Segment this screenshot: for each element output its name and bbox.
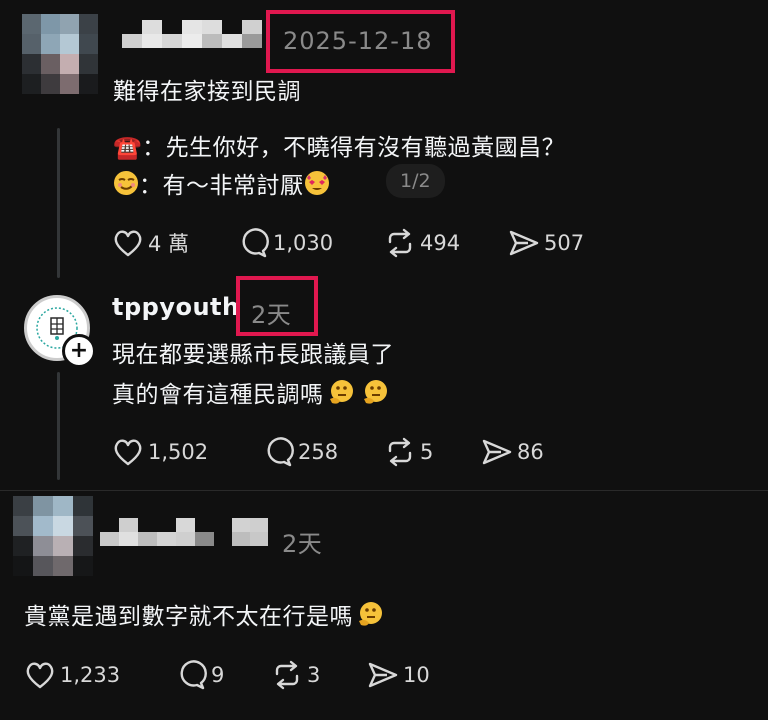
repost-icon: [275, 660, 299, 690]
thread-line: [57, 372, 60, 480]
username-redacted[interactable]: [232, 518, 268, 546]
share-count: 10: [403, 663, 430, 687]
like-button[interactable]: 4 萬: [112, 228, 189, 258]
repost-button[interactable]: 3: [271, 660, 320, 690]
share-icon: [509, 230, 539, 256]
share-button[interactable]: 507: [508, 228, 584, 258]
reply-count: 1,030: [273, 231, 334, 255]
comment-text-line: 現在都要選縣市長跟議員了: [112, 342, 394, 368]
thread-line: [57, 128, 60, 278]
share-icon: [482, 439, 512, 465]
comment-text-suffix: ：有～非常討厭: [139, 173, 304, 199]
highlight-box: [266, 10, 455, 73]
share-count: 86: [517, 440, 544, 464]
timestamp: 2天: [282, 530, 323, 558]
repost-count: 5: [420, 440, 434, 464]
reply-button[interactable]: 1,030: [237, 228, 333, 258]
star-eyes-emoji-icon: [304, 171, 329, 195]
smirk-emoji-icon: [114, 171, 138, 195]
comment-icon: [267, 437, 294, 467]
comment-text-line: ☎️：先生你好，不曉得有沒有聽過黃國昌？: [113, 135, 566, 161]
avatar[interactable]: [13, 496, 93, 576]
like-button[interactable]: 1,233: [24, 660, 120, 690]
share-button[interactable]: 86: [481, 437, 544, 467]
repost-icon: [388, 228, 412, 258]
comment-text-line: 真的會有這種民調嗎: [112, 375, 390, 409]
reply-count: 258: [298, 440, 339, 464]
comment-text: 真的會有這種民調嗎: [112, 382, 324, 408]
comment-text: 貴黨是遇到數字就不太在行是嗎: [24, 604, 353, 630]
reply-button[interactable]: 9: [175, 660, 224, 690]
page-indicator: 1/2: [386, 164, 445, 198]
thinking-emoji-icon: [359, 602, 382, 626]
reply-count: 9: [211, 663, 225, 687]
divider: [0, 490, 768, 491]
like-count: 1,502: [148, 440, 209, 464]
repost-count: 3: [307, 663, 321, 687]
like-count: 4 萬: [148, 232, 190, 256]
comment-icon: [242, 228, 269, 258]
share-button[interactable]: 10: [367, 660, 430, 690]
repost-button[interactable]: 494: [384, 228, 460, 258]
share-icon: [368, 662, 398, 688]
heart-icon: [114, 230, 142, 257]
heart-icon: [114, 439, 142, 466]
comment-text-line: 貴黨是遇到數字就不太在行是嗎: [24, 597, 385, 631]
heart-icon: [26, 662, 54, 689]
comment-text-line: 難得在家接到民調: [113, 79, 301, 105]
thinking-emoji-icon: [329, 380, 353, 404]
like-button[interactable]: 1,502: [112, 437, 208, 467]
username-redacted[interactable]: [122, 20, 262, 48]
highlight-box: [236, 276, 318, 336]
username-redacted[interactable]: [100, 518, 214, 546]
repost-count: 494: [420, 231, 461, 255]
share-count: 507: [544, 231, 585, 255]
comment-icon: [180, 660, 207, 690]
comment-text-line: ：有～非常討厭: [113, 166, 330, 200]
like-count: 1,233: [60, 663, 121, 687]
plus-icon: +: [69, 338, 89, 363]
repost-icon: [388, 437, 412, 467]
username[interactable]: tppyouth: [112, 293, 240, 321]
repost-button[interactable]: 5: [384, 437, 433, 467]
thinking-emoji-icon: [363, 380, 387, 404]
follow-button[interactable]: +: [62, 334, 96, 368]
reply-button[interactable]: 258: [262, 437, 338, 467]
avatar[interactable]: [22, 14, 98, 94]
